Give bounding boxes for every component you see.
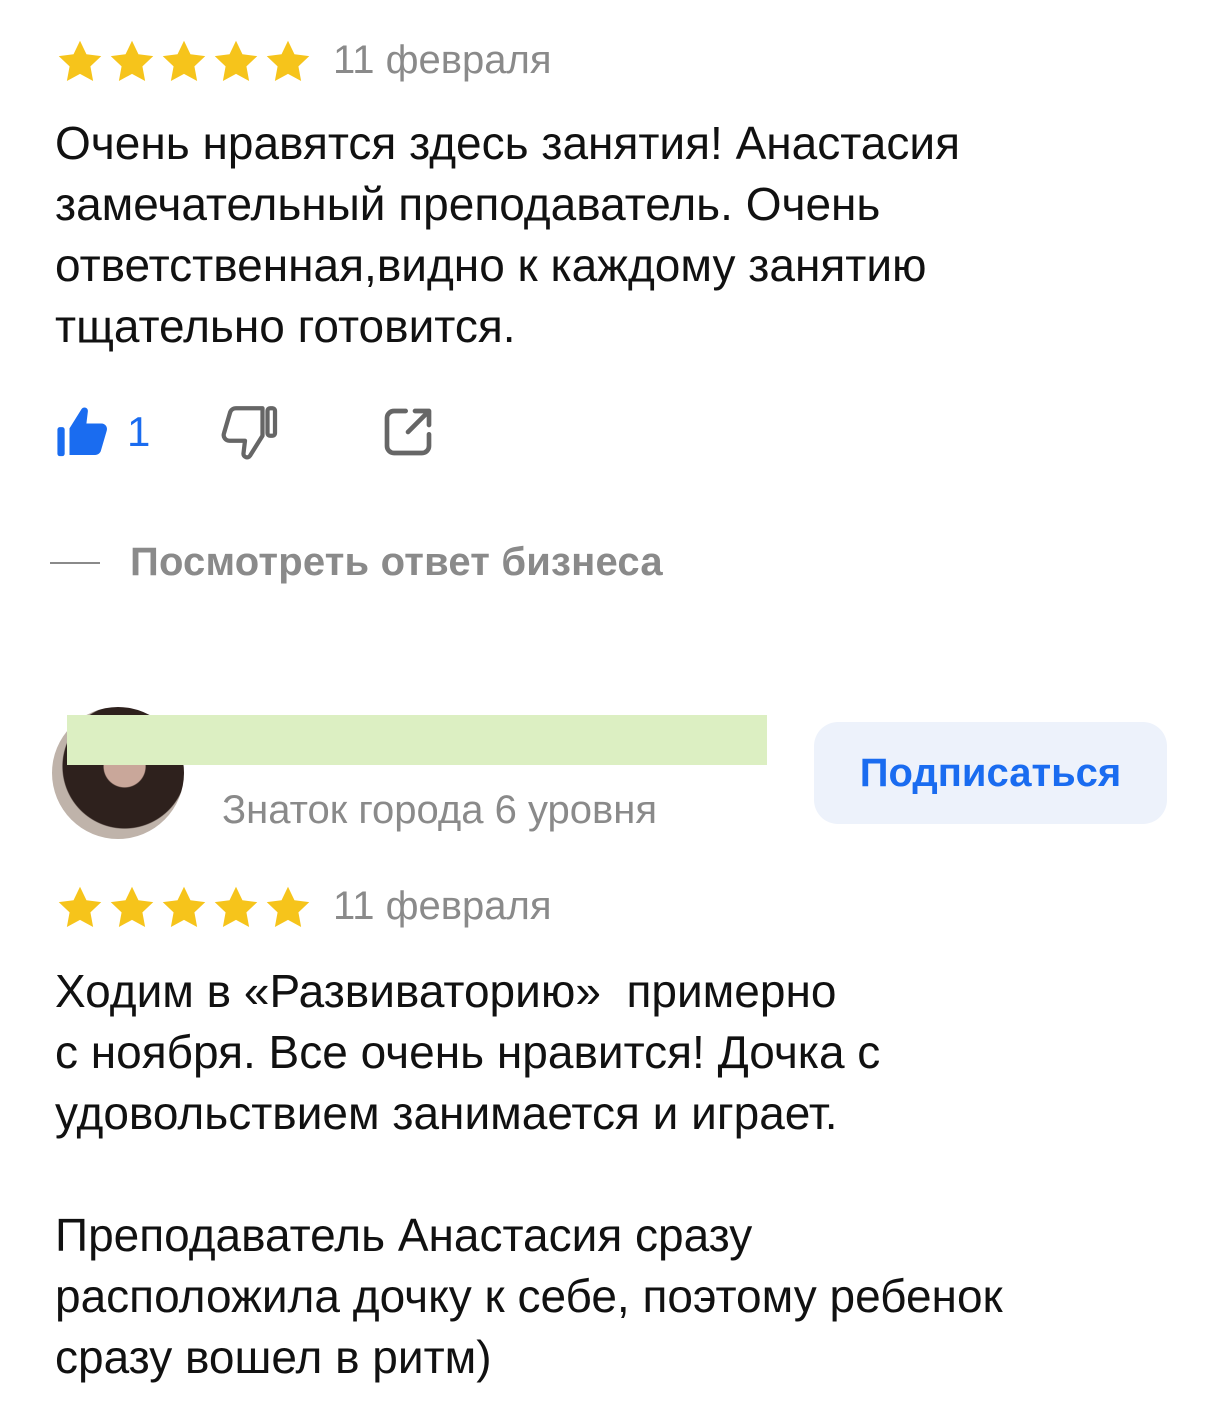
star-icon [58, 40, 102, 81]
star-icon [110, 40, 154, 81]
author-name-redacted [67, 715, 767, 765]
star-icon [214, 40, 258, 81]
review-text: Ходим в «Развиваторию» примерно с ноября… [55, 965, 1003, 1383]
share-icon[interactable] [380, 404, 436, 460]
star-icon [266, 886, 310, 927]
review-text: Очень нравятся здесь занятия! Анастасия … [55, 117, 960, 352]
review-actions: 1 [55, 402, 436, 462]
star-icon [162, 886, 206, 927]
business-reply-link[interactable]: Посмотреть ответ бизнеса [50, 540, 663, 585]
star-icon [266, 40, 310, 81]
star-icon [214, 886, 258, 927]
star-icon [162, 40, 206, 81]
reply-dash [50, 561, 100, 564]
like-count: 1 [127, 408, 151, 455]
business-reply-label: Посмотреть ответ бизнеса [130, 540, 663, 584]
author-level: Знаток города 6 уровня [222, 788, 658, 832]
thumbs-up-icon [57, 407, 108, 457]
like-button[interactable]: 1 [55, 402, 150, 462]
rating-stars [55, 37, 313, 87]
review-date: 11 февраля [333, 884, 552, 928]
star-icon [58, 886, 102, 927]
review-date: 11 февраля [333, 38, 552, 82]
thumbs-down-icon[interactable] [220, 402, 280, 462]
subscribe-button[interactable]: Подписаться [814, 722, 1167, 824]
rating-stars [55, 883, 313, 933]
star-icon [110, 886, 154, 927]
